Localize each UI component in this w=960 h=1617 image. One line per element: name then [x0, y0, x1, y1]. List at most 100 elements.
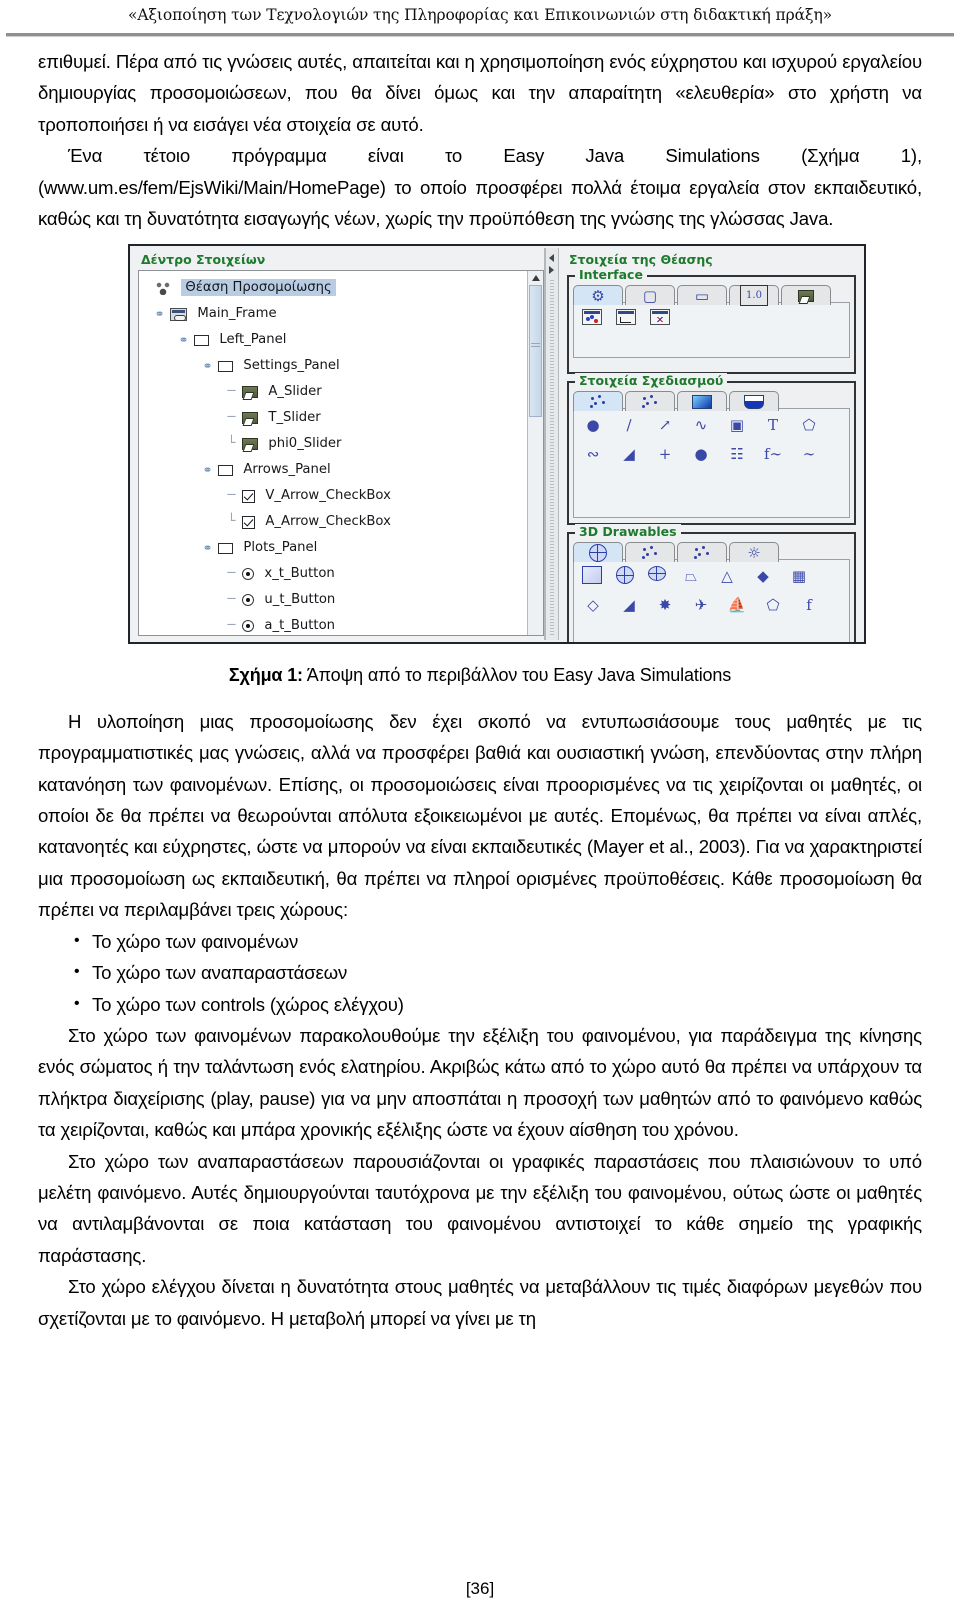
- function-icon[interactable]: f∼: [762, 444, 784, 463]
- tree-leaf-icon: ─: [227, 592, 236, 608]
- tree-item-label: x_t_Button: [264, 566, 335, 582]
- ellipsoid-icon[interactable]: [648, 566, 666, 582]
- tab-drawing-basic[interactable]: [573, 391, 623, 412]
- scroll-up-arrow-icon[interactable]: [531, 275, 540, 282]
- paragraph-1: επιθυμεί. Πέρα από τις γνώσεις αυτές, απ…: [38, 51, 922, 135]
- element-set-icon: [641, 394, 659, 409]
- number-field-icon: 1.0: [740, 285, 768, 307]
- expand-handle-icon[interactable]: ⚭: [201, 535, 214, 561]
- tree-item[interactable]: ⚭ Plots_Panel: [139, 535, 543, 561]
- text-icon[interactable]: T: [762, 415, 784, 434]
- cone-icon[interactable]: △: [716, 566, 738, 585]
- trail-icon[interactable]: ∿: [690, 415, 712, 434]
- set-3d-icon[interactable]: ◢: [618, 595, 640, 614]
- tab-interface-windows[interactable]: ▢: [625, 285, 675, 306]
- paragraph-2: Ένα τέτοιο πρόγραμμα είναι το Easy Java …: [38, 145, 922, 230]
- page-content: επιθυμεί. Πέρα από τις γνώσεις αυτές, απ…: [38, 46, 922, 1334]
- shape-icon[interactable]: ●: [582, 415, 604, 434]
- tree-item[interactable]: └ A_Arrow_CheckBox: [139, 509, 543, 535]
- group-drawing-legend: Στοιχεία Σχεδιασμού: [575, 373, 728, 389]
- tree-leaf-icon: └: [227, 514, 236, 530]
- surface-function-icon[interactable]: f: [798, 595, 820, 614]
- drawing-palette: ● ∕ ↗ ∿ ▣ T ⬠ ∾ ◢ + ● ☷ f∼ ∼: [573, 408, 850, 519]
- tree-item-label: a_t_Button: [264, 618, 336, 634]
- panel-icon: [218, 360, 234, 372]
- tree-item[interactable]: ⚭ Arrows_Panel: [139, 457, 543, 483]
- tab-interface-buttons[interactable]: ▭: [677, 285, 727, 306]
- tree-item[interactable]: ─ V_Arrow_CheckBox: [139, 483, 543, 509]
- tab-3d-basic[interactable]: [625, 542, 675, 563]
- tree-item-label: V_Arrow_CheckBox: [265, 488, 391, 504]
- tree-leaf-icon: ─: [227, 566, 236, 582]
- tree-item[interactable]: ─ x_t_Button: [139, 561, 543, 587]
- tab-interface-containers[interactable]: ⚙: [573, 285, 623, 306]
- panel-icon: [218, 464, 234, 476]
- slider-icon: [242, 386, 259, 399]
- tab-interface-values[interactable]: 1.0: [729, 285, 779, 307]
- sphere-3d-icon[interactable]: [616, 566, 634, 585]
- splitter-collapse-left-icon[interactable]: [549, 254, 554, 263]
- cylinder-icon[interactable]: ⏢: [680, 566, 702, 585]
- figure-caption-label: Σχήμα 1:: [228, 665, 303, 686]
- view-icon: [156, 281, 172, 295]
- tree-scrollbar[interactable]: [527, 271, 543, 636]
- wireframe-sphere-icon[interactable]: ✸: [654, 595, 676, 614]
- arrow-icon[interactable]: ↗: [654, 415, 676, 434]
- polygon-3d-icon[interactable]: ⬠: [762, 595, 784, 614]
- tab-drawing-sets[interactable]: [625, 391, 675, 412]
- pane-splitter[interactable]: [545, 248, 559, 641]
- tree-item[interactable]: ⚭ Left_Panel: [139, 327, 543, 353]
- expand-handle-icon[interactable]: ⚭: [177, 327, 190, 353]
- particle-icon[interactable]: ●: [690, 444, 712, 463]
- box-icon[interactable]: [582, 566, 602, 585]
- document-icon[interactable]: ☷: [726, 444, 748, 463]
- tree-item-label: Arrows_Panel: [243, 462, 331, 478]
- tree-item[interactable]: ─ T_Slider: [139, 405, 543, 431]
- tab-interface-sliders[interactable]: [781, 285, 831, 306]
- paragraph-3: Η υλοποίηση μιας προσομοίωσης δεν έχει σ…: [38, 710, 922, 921]
- tetrahedron-icon[interactable]: ◆: [752, 566, 774, 585]
- requirements-list: Το χώρο των φαινομένων Το χώρο των αναπα…: [38, 925, 922, 1020]
- tree-item[interactable]: Θέαση Προσομοίωσης: [139, 275, 543, 301]
- expand-handle-icon[interactable]: ⚭: [201, 353, 214, 379]
- surface-icon[interactable]: ◇: [582, 595, 604, 614]
- running-header: «Αξιοποίηση των Τεχνολογιών της Πληροφορ…: [0, 0, 960, 34]
- spring-icon[interactable]: ∾: [582, 444, 604, 463]
- expand-handle-icon[interactable]: ⚭: [153, 301, 166, 327]
- basic-3d-icon: [641, 545, 659, 560]
- curve-icon[interactable]: ∼: [798, 444, 820, 463]
- cursor-icon[interactable]: +: [654, 444, 676, 463]
- tree-item[interactable]: ─ a_t_Button: [139, 613, 543, 635]
- tab-3d-light[interactable]: ☼: [729, 542, 779, 563]
- vrml-icon[interactable]: ⛵: [726, 595, 748, 614]
- set-group-icon[interactable]: ◢: [618, 444, 640, 463]
- paragraph-4: Στο χώρο των φαινομένων παρακολουθούμε τ…: [38, 1024, 922, 1141]
- object3d-icon[interactable]: ✈: [690, 595, 712, 614]
- tree-item[interactable]: ⚭ Settings_Panel: [139, 353, 543, 379]
- interface-palette: [573, 302, 850, 359]
- tab-drawing-images[interactable]: [677, 391, 727, 412]
- splitter-grip-icon: [550, 280, 554, 637]
- button-icon: ▭: [694, 286, 710, 305]
- plotting-frame-icon[interactable]: [650, 309, 670, 326]
- tree-item[interactable]: ⚭ Main_Frame: [139, 301, 543, 327]
- group-interface-legend: Interface: [575, 267, 647, 283]
- polygon-icon[interactable]: ⬠: [798, 415, 820, 434]
- group-drawing-elements: Στοιχεία Σχεδιασμού ● ∕ ↗ ∿ ▣ T ⬠ ∾ ◢ + …: [567, 373, 856, 526]
- drawing-panel-icon[interactable]: [582, 309, 602, 326]
- scrollbar-thumb[interactable]: [529, 285, 542, 418]
- checkbox-icon: [242, 489, 256, 503]
- tab-3d-sets[interactable]: [677, 542, 727, 563]
- plotting-panel-icon[interactable]: [616, 309, 636, 326]
- plane-icon[interactable]: ▦: [788, 566, 810, 585]
- tree-item[interactable]: ─ A_Slider: [139, 379, 543, 405]
- scrollbar-grip-icon: [531, 343, 540, 350]
- splitter-collapse-right-icon[interactable]: [549, 266, 554, 275]
- tab-drawing-misc[interactable]: [729, 391, 779, 412]
- tree-item[interactable]: ─ u_t_Button: [139, 587, 543, 613]
- segment-icon[interactable]: ∕: [618, 415, 640, 434]
- image-element-icon[interactable]: ▣: [726, 415, 748, 434]
- expand-handle-icon[interactable]: ⚭: [201, 457, 214, 483]
- tree-item[interactable]: └ phi0_Slider: [139, 431, 543, 457]
- tab-3d-bodies[interactable]: [573, 542, 623, 563]
